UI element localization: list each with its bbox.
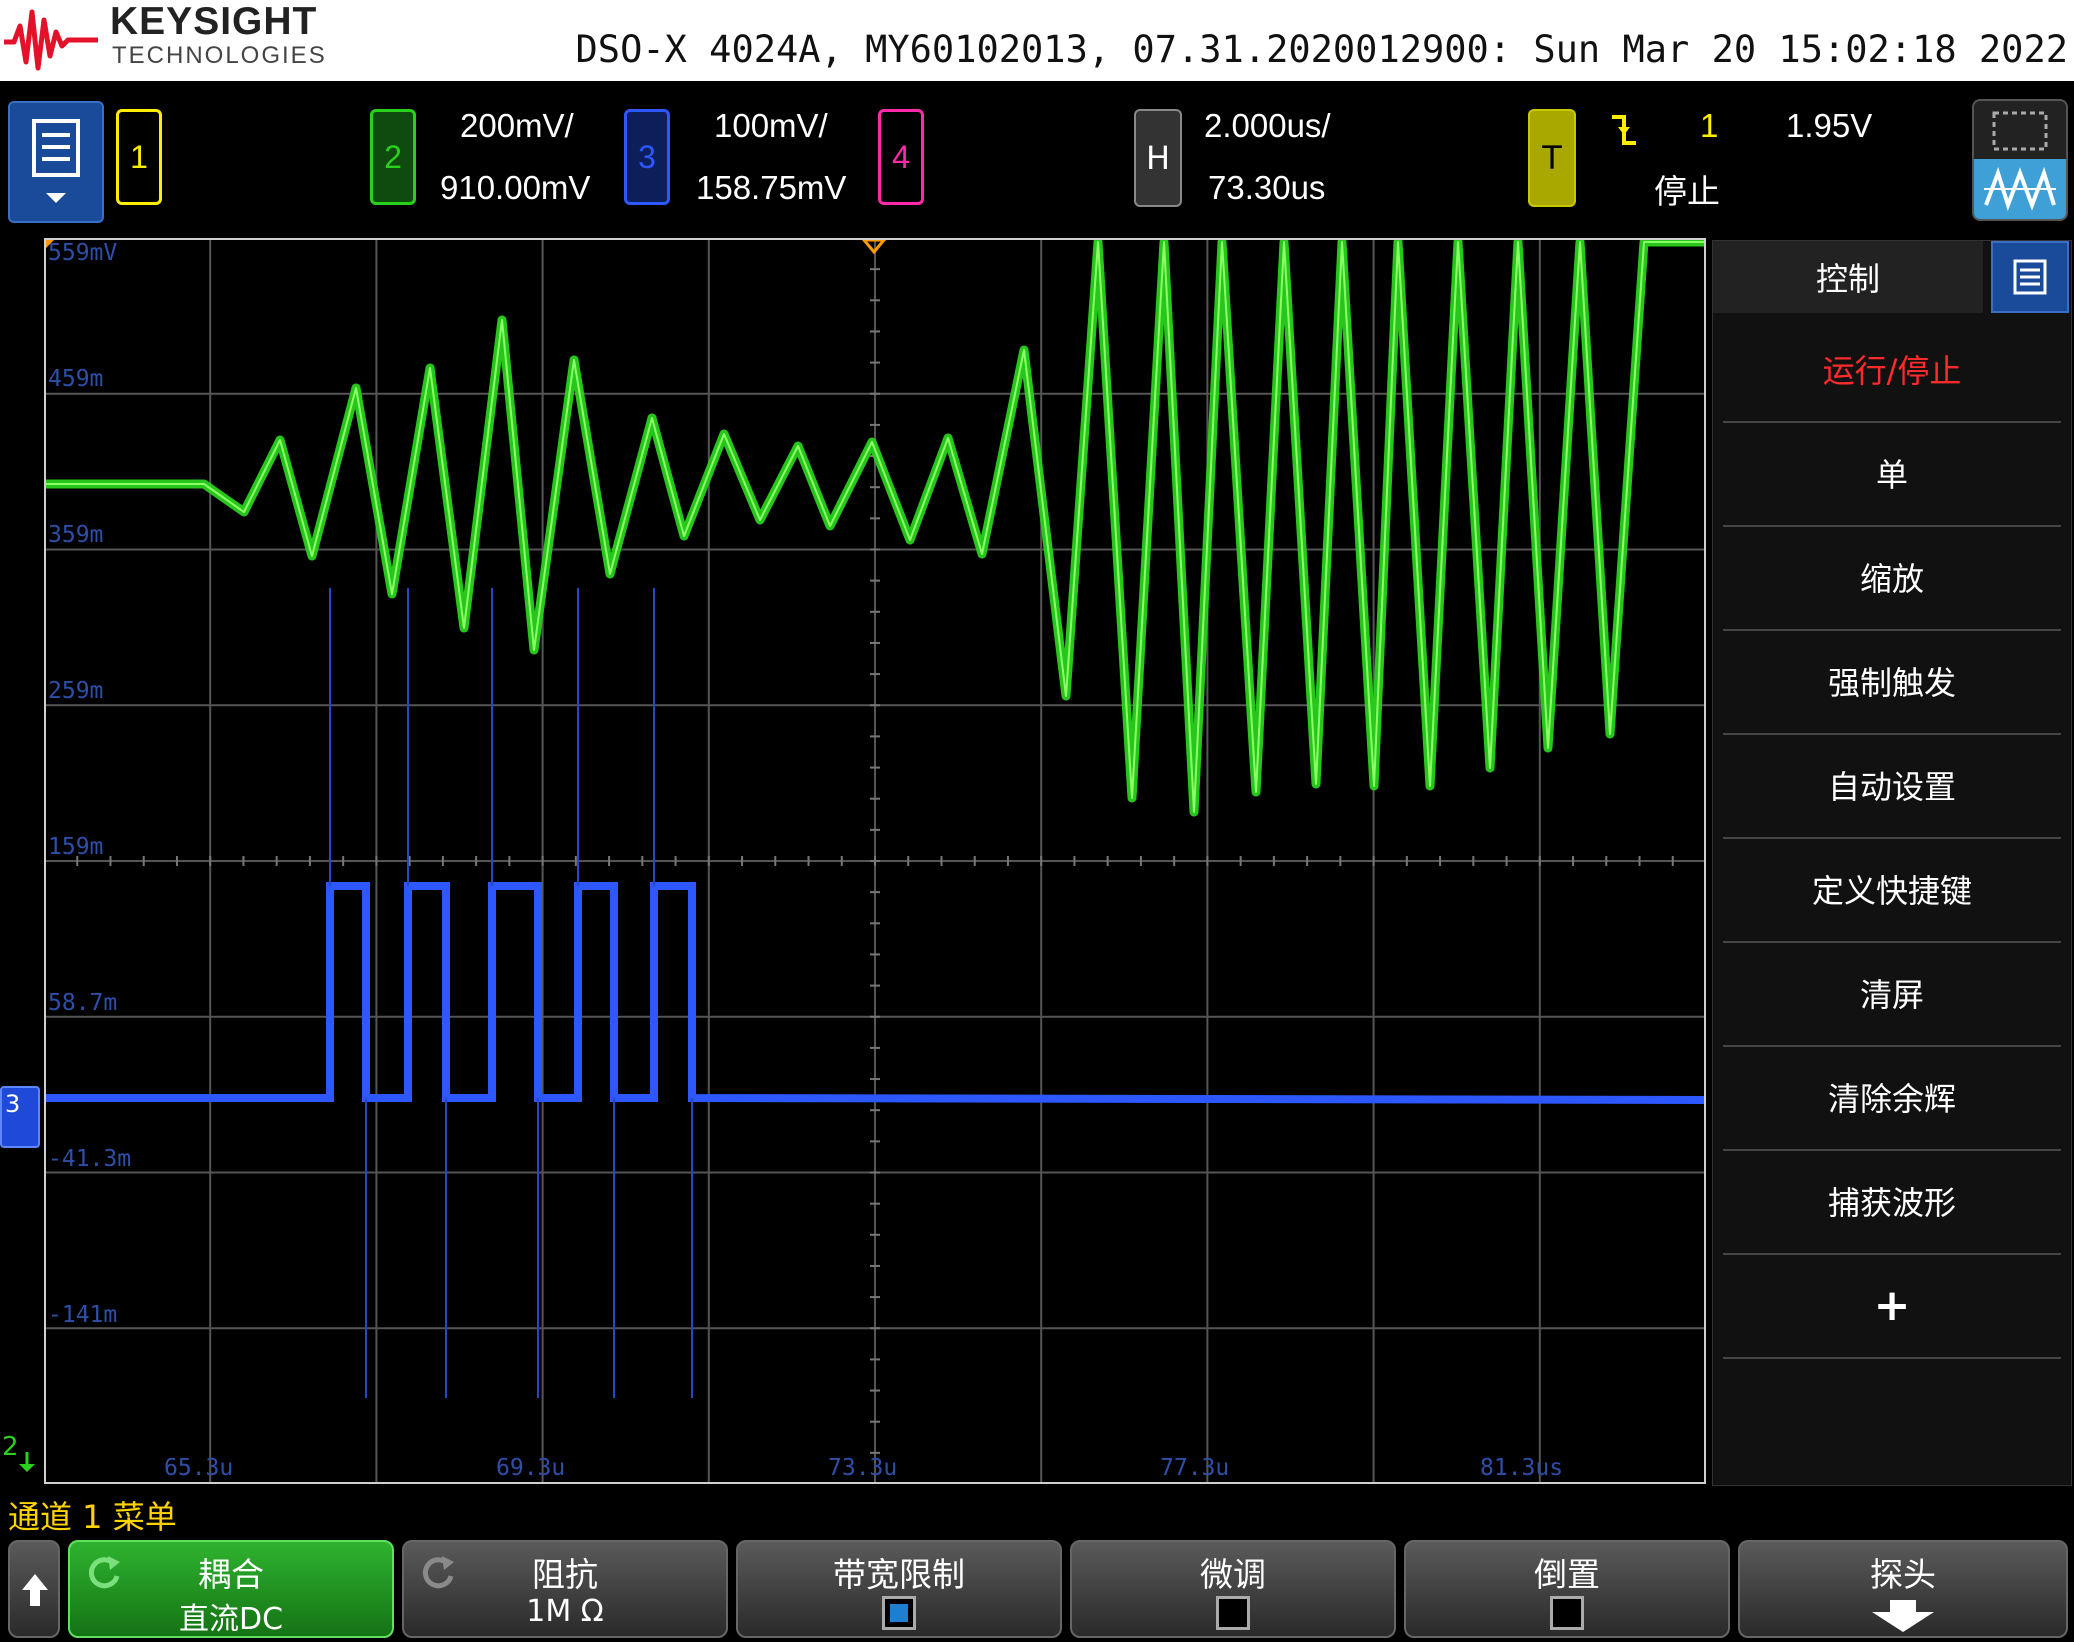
acquisition-state: 停止 (1654, 165, 1720, 213)
channel-1-label: 1 (130, 139, 148, 176)
side-item-capture-waveform[interactable]: 捕获波形 (1723, 1149, 2061, 1255)
invert-checkbox[interactable] (1550, 1596, 1584, 1630)
channel-2-button[interactable]: 2 (370, 109, 416, 205)
y-label-8: -141m (48, 1302, 117, 1328)
waveform-mode-indicator (1974, 159, 2066, 219)
side-item-label: 捕获波形 (1828, 1178, 1956, 1224)
side-item-label: 定义快捷键 (1812, 866, 1972, 912)
trigger-source: 1 (1700, 107, 1718, 145)
x-label-2: 69.3u (496, 1455, 565, 1481)
side-item-single[interactable]: 单 (1723, 421, 2061, 527)
horizontal-label: H (1146, 139, 1170, 177)
channel-3-offset: 158.75mV (696, 169, 846, 207)
checkbox-checked-indicator (890, 1604, 908, 1622)
x-label-1: 65.3u (164, 1455, 233, 1481)
side-item-define-shortcut[interactable]: 定义快捷键 (1723, 837, 2061, 943)
invert-label: 倒置 (1406, 1548, 1728, 1596)
channel-3-scale: 100mV/ (714, 107, 828, 145)
zoom-box-icon (1990, 109, 2050, 153)
coupling-value: 直流DC (70, 1594, 392, 1638)
brand-name: KEYSIGHT (110, 0, 317, 44)
y-label-3: 359m (48, 522, 103, 548)
channel-2-label: 2 (384, 139, 402, 176)
y-label-1: 559mV (48, 240, 117, 266)
side-item-run-stop[interactable]: 运行/停止 (1723, 317, 2061, 423)
menu-title: 通道 1 菜单 (8, 1492, 177, 1538)
channel-2-ground-marker[interactable]: 2 (0, 1432, 42, 1474)
plot-frame (44, 238, 1706, 1484)
impedance-label: 阻抗 (404, 1548, 726, 1596)
bandwidth-limit-softkey[interactable]: 带宽限制 (736, 1540, 1062, 1638)
y-label-2: 459m (48, 366, 103, 392)
channel-3-marker-label: 3 (5, 1090, 20, 1118)
coupling-softkey[interactable]: 耦合 直流DC (68, 1540, 394, 1638)
x-label-5: 81.3us (1480, 1455, 1563, 1481)
menu-icon (10, 103, 102, 221)
side-item-add[interactable]: + (1723, 1253, 2061, 1359)
side-item-label: 强制触发 (1828, 658, 1956, 704)
side-menu-header: 控制 (1713, 241, 1983, 313)
up-arrow-icon (20, 1572, 50, 1608)
side-item-force-trigger[interactable]: 强制触发 (1723, 629, 2061, 735)
probe-softkey[interactable]: 探头 (1738, 1540, 2068, 1638)
trigger-button[interactable]: T (1528, 109, 1576, 207)
submenu-arrow-icon (1868, 1598, 1938, 1634)
y-label-6: 58.7m (48, 990, 117, 1016)
horizontal-scale: 2.000us/ (1204, 107, 1331, 145)
channel-3-label: 3 (638, 139, 656, 176)
side-item-label: 清除余辉 (1828, 1074, 1956, 1120)
trigger-level: 1.95V (1786, 107, 1872, 145)
channel-4-label: 4 (892, 139, 910, 176)
invert-softkey[interactable]: 倒置 (1404, 1540, 1730, 1638)
brand-subtitle: TECHNOLOGIES (112, 42, 327, 70)
side-item-zoom[interactable]: 缩放 (1723, 525, 2061, 631)
down-arrow-icon (14, 1450, 40, 1474)
side-item-label: 缩放 (1860, 554, 1924, 600)
side-item-label: 清屏 (1860, 970, 1924, 1016)
plus-icon: + (1874, 1280, 1911, 1331)
channel-2-offset: 910.00mV (440, 169, 590, 207)
list-icon (1993, 243, 2067, 311)
side-item-autoscale[interactable]: 自动设置 (1723, 733, 2061, 839)
vernier-label: 微调 (1072, 1548, 1394, 1596)
side-item-clear-display[interactable]: 清屏 (1723, 941, 2061, 1047)
x-label-3: 73.3u (828, 1455, 897, 1481)
impedance-softkey[interactable]: 阻抗 1M Ω (402, 1540, 728, 1638)
channel-status-bar: 1 2 200mV/ 910.00mV 3 100mV/ 158.75mV 4 … (0, 81, 2074, 234)
y-label-4: 259m (48, 678, 103, 704)
waveform-icon (1974, 159, 2066, 219)
coupling-label: 耦合 (70, 1548, 392, 1596)
channel-2-scale: 200mV/ (460, 107, 574, 145)
channel-3-button[interactable]: 3 (624, 109, 670, 205)
vernier-softkey[interactable]: 微调 (1070, 1540, 1396, 1638)
channel-3-ground-marker[interactable]: 3 (0, 1086, 40, 1148)
side-item-label: 单 (1876, 450, 1908, 496)
falling-edge-icon (1610, 113, 1638, 147)
impedance-value: 1M Ω (404, 1594, 726, 1629)
trigger-label: T (1542, 139, 1562, 177)
header-banner: KEYSIGHT TECHNOLOGIES DSO-X 4024A, MY601… (0, 0, 2074, 81)
side-item-clear-persistence[interactable]: 清除余辉 (1723, 1045, 2061, 1151)
vernier-checkbox[interactable] (1216, 1596, 1250, 1630)
back-button[interactable] (8, 1540, 60, 1638)
side-item-label: 运行/停止 (1823, 346, 1962, 392)
channel-1-button[interactable]: 1 (116, 109, 162, 205)
side-item-label: 自动设置 (1828, 762, 1956, 808)
y-label-7: -41.3m (48, 1146, 131, 1172)
side-menu-title: 控制 (1816, 254, 1880, 300)
instrument-info: DSO-X 4024A, MY60102013, 07.31.202001290… (576, 28, 2068, 72)
channel-4-button[interactable]: 4 (878, 109, 924, 205)
bandwidth-limit-label: 带宽限制 (738, 1548, 1060, 1596)
horizontal-delay: 73.30us (1208, 169, 1325, 207)
control-side-menu: 控制 运行/停止 单 缩放 强制触发 自动设置 定义快捷键 清屏 清除余辉 捕获… (1712, 240, 2072, 1486)
horizontal-button[interactable]: H (1134, 109, 1182, 207)
main-menu-button[interactable] (8, 101, 104, 223)
side-menu-list-button[interactable] (1991, 241, 2069, 313)
x-label-4: 77.3u (1160, 1455, 1229, 1481)
keysight-logo-icon (2, 2, 102, 76)
bandwidth-limit-checkbox[interactable] (882, 1596, 916, 1630)
probe-label: 探头 (1740, 1548, 2066, 1596)
y-label-5: 159m (48, 834, 103, 860)
display-mode-button[interactable] (1972, 99, 2068, 221)
